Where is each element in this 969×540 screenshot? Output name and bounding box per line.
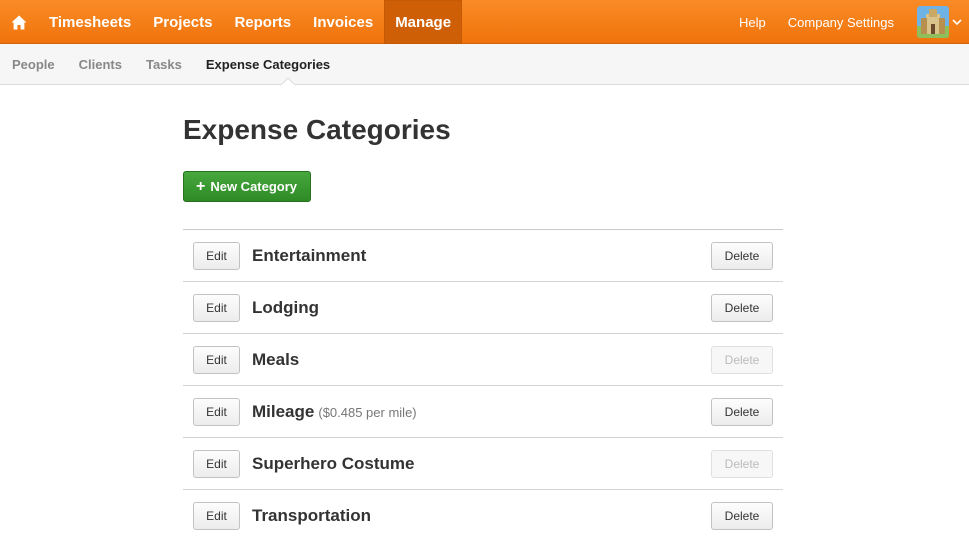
delete-button[interactable]: Delete bbox=[711, 294, 773, 322]
delete-button-disabled: Delete bbox=[711, 346, 773, 374]
new-category-button[interactable]: + New Category bbox=[183, 171, 312, 202]
category-name: Transportation bbox=[252, 506, 372, 525]
delete-button[interactable]: Delete bbox=[711, 502, 773, 530]
delete-button-disabled: Delete bbox=[711, 450, 773, 478]
subnav-clients[interactable]: Clients bbox=[67, 44, 134, 84]
edit-button[interactable]: Edit bbox=[193, 346, 240, 374]
page-title: Expense Categories bbox=[183, 114, 451, 145]
edit-button[interactable]: Edit bbox=[193, 450, 240, 478]
nav-manage[interactable]: Manage bbox=[384, 0, 463, 44]
table-row: Edit Entertainment Delete bbox=[183, 230, 783, 282]
category-name: Mileage ($0.485 per mile) bbox=[252, 402, 417, 421]
delete-button[interactable]: Delete bbox=[711, 398, 773, 426]
sub-navigation: People Clients Tasks Expense Categories bbox=[0, 44, 969, 86]
new-category-label: New Category bbox=[210, 179, 298, 194]
edit-button[interactable]: Edit bbox=[193, 502, 240, 530]
table-row: Edit Meals Delete bbox=[183, 334, 783, 386]
nav-reports[interactable]: Reports bbox=[223, 0, 302, 44]
delete-button[interactable]: Delete bbox=[711, 242, 773, 270]
help-link[interactable]: Help bbox=[728, 0, 777, 44]
category-name: Superhero Costume bbox=[252, 454, 415, 473]
main-content: Expense Categories + New Category Edit E… bbox=[183, 85, 783, 540]
active-tab-pointer bbox=[279, 77, 297, 86]
nav-invoices[interactable]: Invoices bbox=[302, 0, 384, 44]
account-menu[interactable] bbox=[905, 0, 969, 44]
edit-button[interactable]: Edit bbox=[193, 398, 240, 426]
edit-button[interactable]: Edit bbox=[193, 294, 240, 322]
nav-projects[interactable]: Projects bbox=[142, 0, 223, 44]
nav-timesheets[interactable]: Timesheets bbox=[38, 0, 142, 44]
subnav-tasks[interactable]: Tasks bbox=[134, 44, 194, 84]
edit-button[interactable]: Edit bbox=[193, 242, 240, 270]
avatar bbox=[917, 6, 949, 38]
table-row: Edit Superhero Costume Delete bbox=[183, 438, 783, 490]
table-row: Edit Mileage ($0.485 per mile) Delete bbox=[183, 386, 783, 438]
chevron-down-icon bbox=[952, 19, 962, 26]
category-name: Meals bbox=[252, 350, 300, 369]
company-settings-link[interactable]: Company Settings bbox=[777, 0, 905, 44]
table-row: Edit Lodging Delete bbox=[183, 282, 783, 334]
category-name: Lodging bbox=[252, 298, 320, 317]
category-note: ($0.485 per mile) bbox=[318, 404, 417, 420]
plus-icon: + bbox=[196, 177, 206, 195]
table-row: Edit Transportation Delete bbox=[183, 490, 783, 540]
subnav-expense-categories[interactable]: Expense Categories bbox=[194, 44, 342, 84]
top-navigation: Timesheets Projects Reports Invoices Man… bbox=[0, 0, 969, 44]
category-list: Edit Entertainment Delete Edit Lodging D… bbox=[183, 229, 783, 540]
subnav-people[interactable]: People bbox=[0, 44, 67, 84]
home-icon[interactable] bbox=[0, 0, 38, 44]
category-name: Entertainment bbox=[252, 246, 367, 265]
